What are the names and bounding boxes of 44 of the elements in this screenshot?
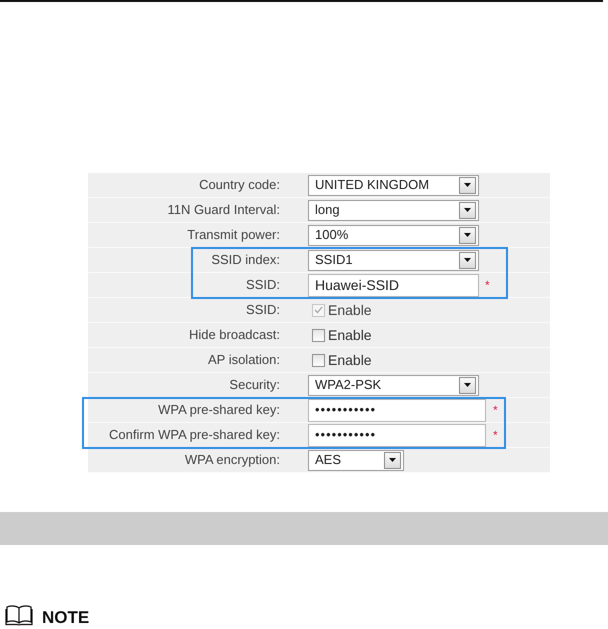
field-label: SSID:	[246, 276, 280, 294]
select-field[interactable]: UNITED KINGDOM	[308, 174, 479, 196]
dropdown-button[interactable]	[459, 376, 476, 394]
checkmark-icon	[314, 306, 323, 314]
checkbox-label: Enable	[328, 326, 372, 344]
caret-icon	[464, 208, 471, 212]
checkbox[interactable]	[312, 354, 325, 366]
field-label: Country code:	[199, 176, 280, 194]
select-field[interactable]: WPA2-PSK	[308, 374, 479, 396]
caret-icon	[464, 233, 471, 237]
caret-icon	[389, 458, 396, 462]
field-label: WPA encryption:	[184, 451, 280, 470]
dropdown-button[interactable]	[459, 202, 476, 218]
book-icon	[5, 604, 33, 626]
required-mark: *	[493, 429, 498, 441]
select-field[interactable]: SSID1	[308, 250, 479, 270]
required-mark: *	[493, 404, 498, 416]
checkbox-label: Enable	[328, 300, 372, 320]
checkbox[interactable]	[312, 328, 325, 342]
note-heading: NOTE	[42, 609, 90, 626]
field-label: Transmit power:	[187, 226, 280, 244]
field-label: SSID index:	[211, 251, 280, 270]
required-mark: *	[485, 279, 490, 291]
field-label: SSID:	[246, 301, 280, 320]
field-label: WPA pre-shared key:	[158, 401, 280, 420]
caret-icon	[464, 183, 471, 187]
password-field[interactable]: •••••••••••	[308, 424, 486, 446]
field-label: AP isolation:	[208, 351, 280, 370]
dropdown-button[interactable]	[459, 176, 476, 194]
dropdown-button[interactable]	[384, 452, 401, 468]
checkbox-label: Enable	[328, 350, 372, 370]
dropdown-button[interactable]	[459, 252, 476, 268]
select-field[interactable]: 100%	[308, 224, 479, 246]
select-field[interactable]: long	[308, 200, 479, 220]
dropdown-button[interactable]	[459, 226, 476, 244]
password-field[interactable]: •••••••••••	[308, 398, 486, 422]
caret-icon	[464, 383, 471, 387]
select-field[interactable]: AES	[308, 450, 404, 470]
field-label: Security:	[229, 376, 280, 394]
caret-icon	[464, 258, 471, 262]
field-label: Confirm WPA pre-shared key:	[109, 426, 280, 444]
field-label: 11N Guard Interval:	[168, 201, 280, 220]
text-field[interactable]: Huawei-SSID	[308, 274, 479, 296]
field-label: Hide broadcast:	[188, 326, 280, 344]
